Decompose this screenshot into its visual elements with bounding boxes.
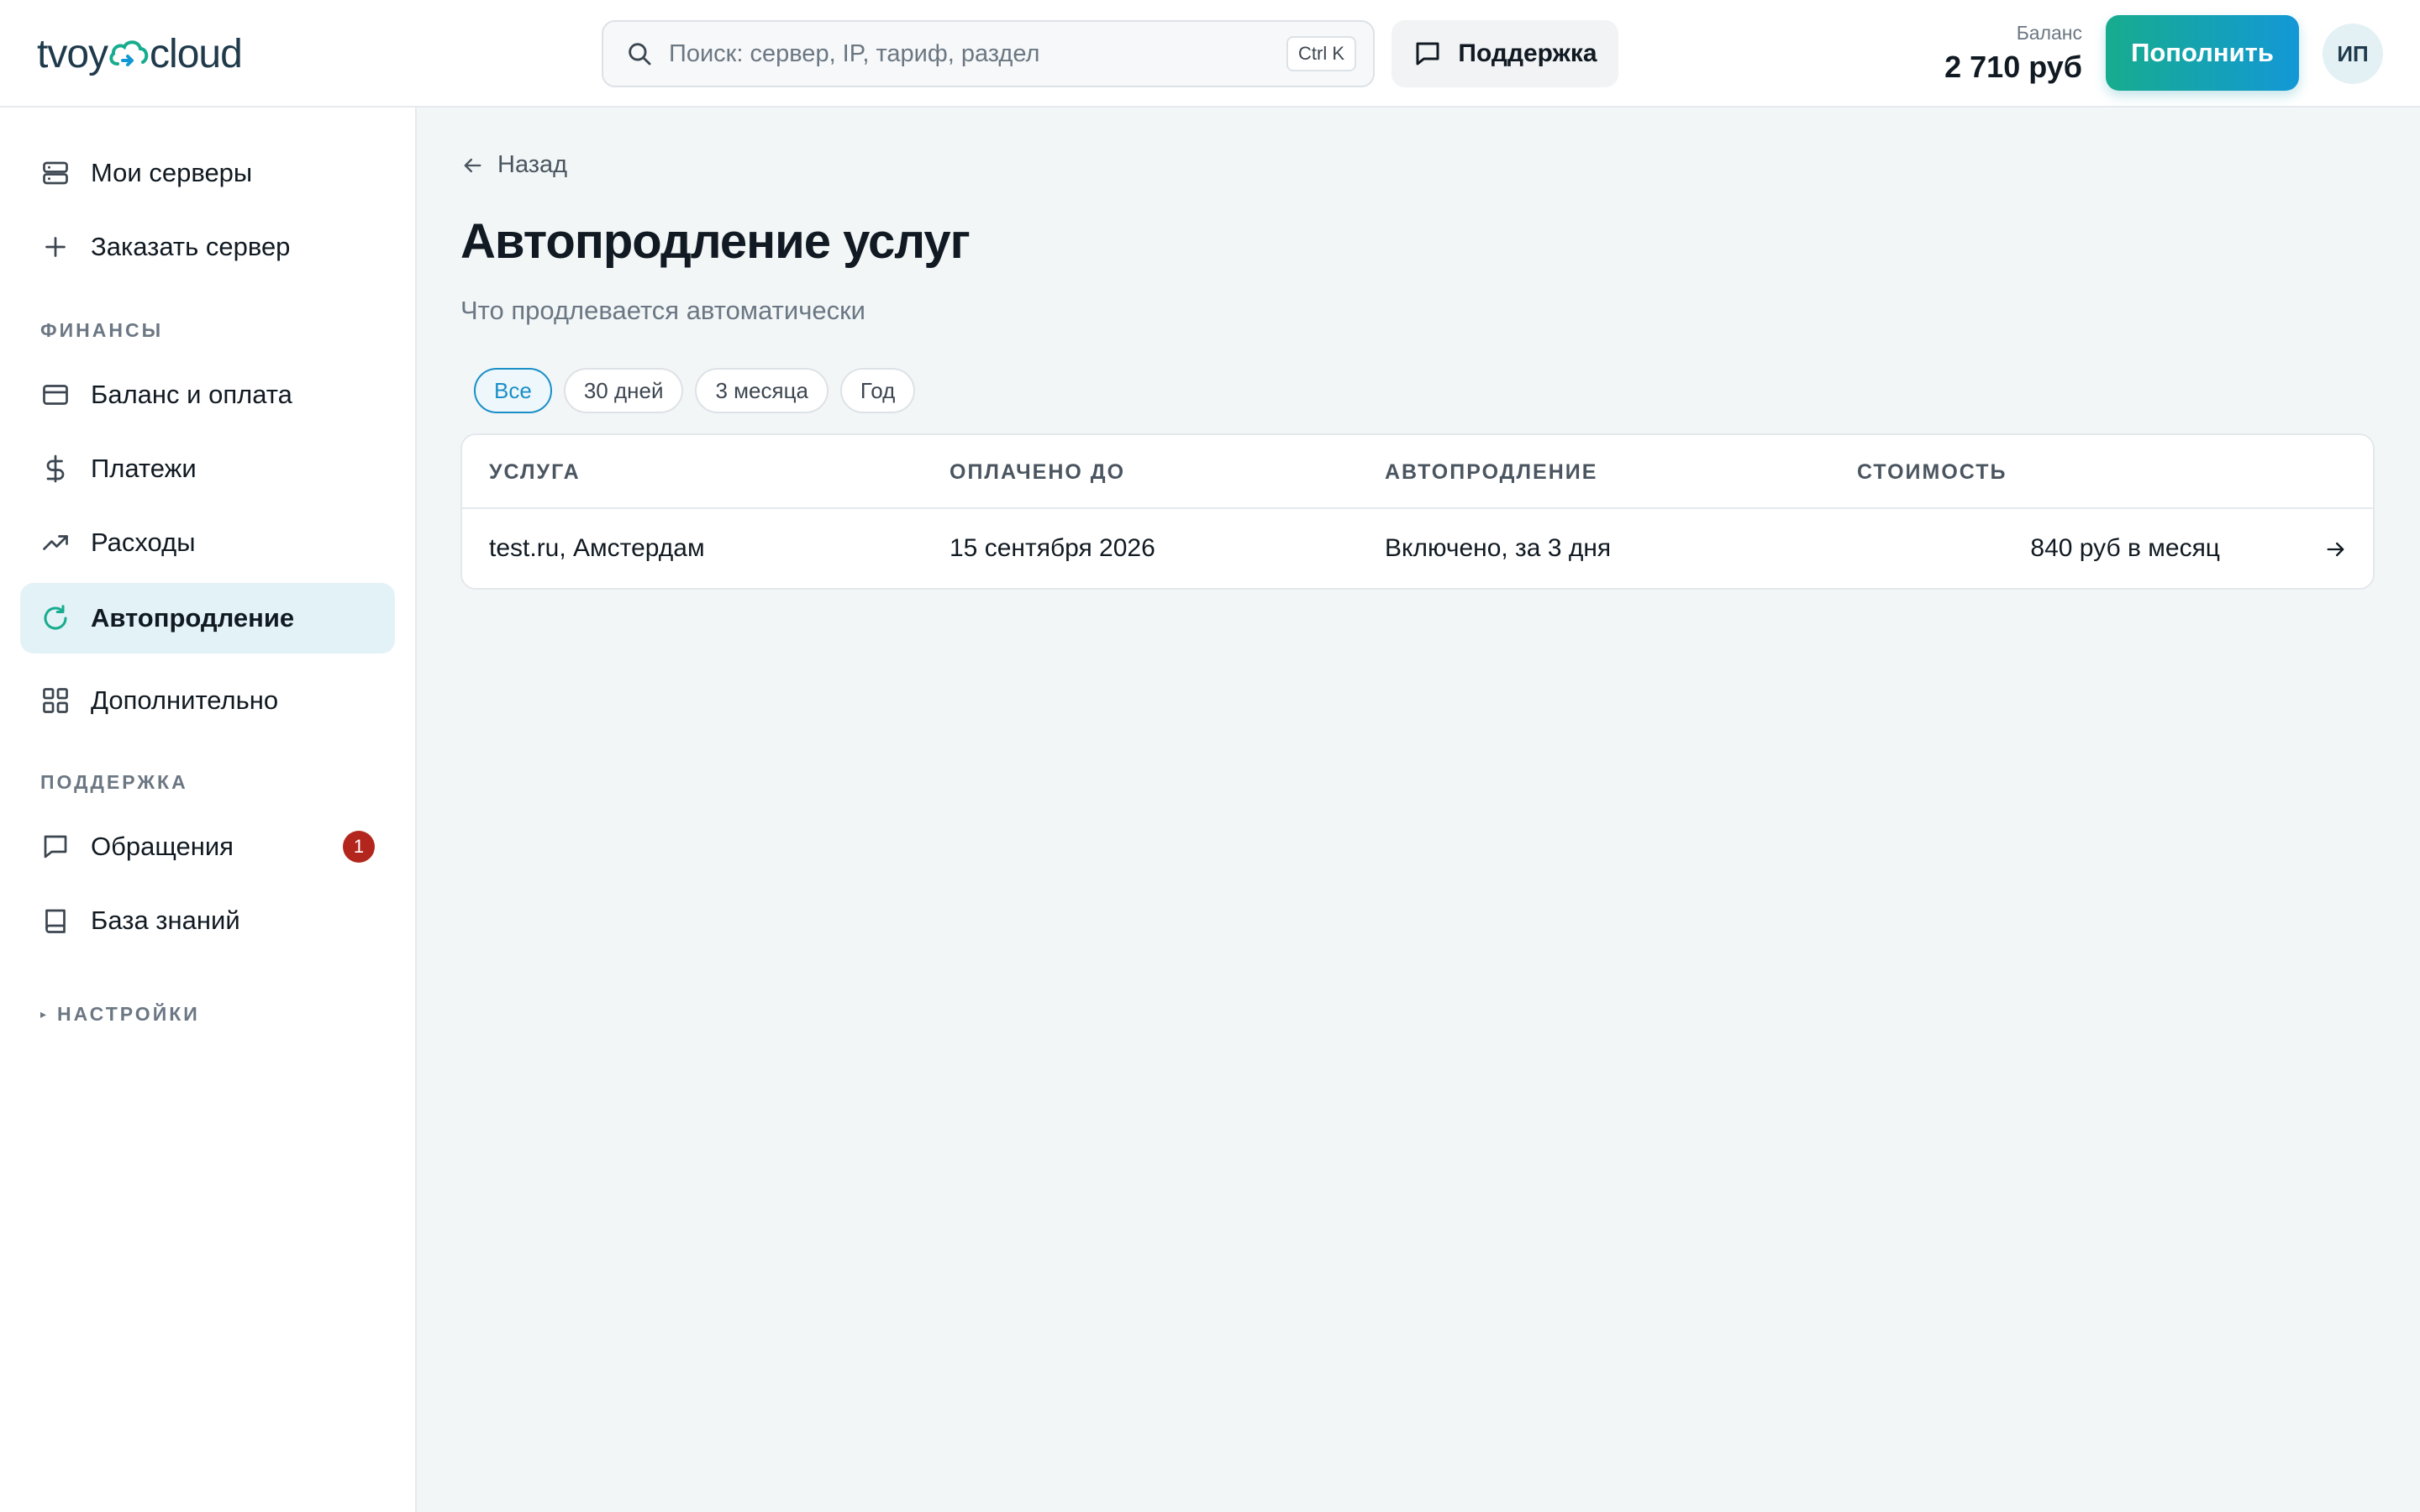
section-label-support: ПОДДЕРЖКА (40, 771, 188, 793)
support-button[interactable]: Поддержка (1392, 20, 1618, 87)
filter-chips: Все 30 дней 3 месяца Год (474, 368, 916, 413)
search-icon (629, 43, 651, 66)
sidebar-item-order-server[interactable]: Заказать сервер (20, 212, 395, 282)
app-root: tvoy cloud Ctrl K Поддержка Баланс 2 710… (0, 0, 2420, 1512)
sidebar: Мои серверы Заказать сервер ФИНАНСЫ Бала… (0, 108, 417, 1512)
sidebar-item-label: Мои серверы (91, 158, 253, 187)
sidebar-item-my-servers[interactable]: Мои серверы (20, 138, 395, 208)
notification-badge: 1 (343, 831, 375, 863)
table-header: УСЛУГА ОПЛАЧЕНО ДО АВТОПРОДЛЕНИЕ СТОИМОС… (462, 435, 2373, 509)
balance-value: 2 710 руб (1944, 50, 2082, 84)
search-input[interactable] (669, 39, 1286, 68)
topup-button-label: Пополнить (2131, 38, 2274, 67)
support-button-label: Поддержка (1458, 39, 1597, 67)
settings-section-toggle[interactable]: ▸ НАСТРОЙКИ (40, 1003, 200, 1026)
table-row[interactable]: test.ru, Амстердам 15 сентября 2026 Вклю… (462, 509, 2373, 588)
autorenew-table: УСЛУГА ОПЛАЧЕНО ДО АВТОПРОДЛЕНИЕ СТОИМОС… (460, 433, 2375, 590)
column-header-autorenew: АВТОПРОДЛЕНИЕ (1385, 460, 1598, 484)
credit-card-icon (40, 380, 71, 410)
sidebar-item-label: Платежи (91, 454, 197, 483)
cell-autorenew: Включено, за 3 дня (1385, 534, 1612, 562)
top-header: tvoy cloud Ctrl K Поддержка Баланс 2 710… (0, 0, 2420, 108)
balance-display: Баланс 2 710 руб (1944, 22, 2082, 85)
column-header-service: УСЛУГА (489, 460, 581, 484)
sidebar-item-autorenew[interactable]: Автопродление (20, 583, 395, 654)
topup-button[interactable]: Пополнить (2106, 15, 2299, 91)
sidebar-item-label: Баланс и оплата (91, 380, 292, 409)
server-icon (40, 158, 71, 188)
filter-chip-year[interactable]: Год (839, 368, 916, 413)
page-subtitle: Что продлевается автоматически (460, 296, 865, 325)
logo-text-right: cloud (150, 31, 243, 76)
logo[interactable]: tvoy cloud (37, 30, 243, 77)
trending-up-icon (40, 528, 71, 558)
cell-paid-until: 15 сентября 2026 (950, 534, 1155, 562)
search-shortcut: Ctrl K (1286, 36, 1356, 71)
sidebar-item-label: Расходы (91, 528, 196, 557)
caret-right-icon: ▸ (40, 1007, 50, 1021)
back-link[interactable]: Назад (460, 151, 567, 179)
column-header-cost: СТОИМОСТЬ (1857, 460, 2007, 484)
sidebar-item-label: Автопродление (91, 603, 295, 633)
main-content: Назад Автопродление услуг Что продлевает… (417, 108, 2420, 1512)
search-box: Ctrl K (602, 20, 1375, 87)
section-label-finance: ФИНАНСЫ (40, 319, 164, 341)
sidebar-item-additional[interactable]: Дополнительно (20, 665, 395, 736)
sidebar-item-label: Заказать сервер (91, 232, 291, 261)
plus-icon (40, 232, 71, 262)
arrow-left-icon (464, 158, 481, 172)
sidebar-item-knowledge-base[interactable]: База знаний (20, 885, 395, 956)
sidebar-item-balance[interactable]: Баланс и оплата (20, 360, 395, 430)
sidebar-item-payments[interactable]: Платежи (20, 433, 395, 504)
sidebar-item-label: Обращения (91, 832, 234, 861)
arrow-right-icon[interactable] (2324, 538, 2348, 561)
avatar[interactable]: ИП (2323, 24, 2383, 84)
balance-label: Баланс (2016, 22, 2082, 44)
filter-chip-30-days[interactable]: 30 дней (563, 368, 684, 413)
column-header-paid-until: ОПЛАЧЕНО ДО (950, 460, 1126, 484)
book-icon (40, 906, 71, 936)
cell-cost: 840 руб в месяц (2030, 534, 2220, 562)
cloud-logo-icon (109, 40, 149, 66)
avatar-initials: ИП (2337, 40, 2369, 66)
page-title: Автопродление услуг (460, 214, 971, 269)
dollar-icon (40, 454, 71, 484)
sidebar-item-tickets[interactable]: Обращения 1 (20, 811, 395, 882)
sidebar-item-label: Дополнительно (91, 685, 279, 715)
filter-chip-3-months[interactable]: 3 месяца (695, 368, 829, 413)
refresh-icon (40, 603, 71, 633)
grid-icon (40, 685, 71, 716)
section-label-settings: НАСТРОЙКИ (57, 1003, 200, 1025)
message-icon (40, 832, 71, 862)
sidebar-item-expenses[interactable]: Расходы (20, 507, 395, 578)
filter-chip-all[interactable]: Все (474, 368, 552, 413)
logo-text-left: tvoy (37, 31, 108, 76)
sidebar-item-label: База знаний (91, 906, 240, 935)
back-link-label: Назад (497, 151, 568, 178)
cell-service: test.ru, Амстердам (489, 534, 705, 562)
message-icon (1416, 42, 1439, 66)
